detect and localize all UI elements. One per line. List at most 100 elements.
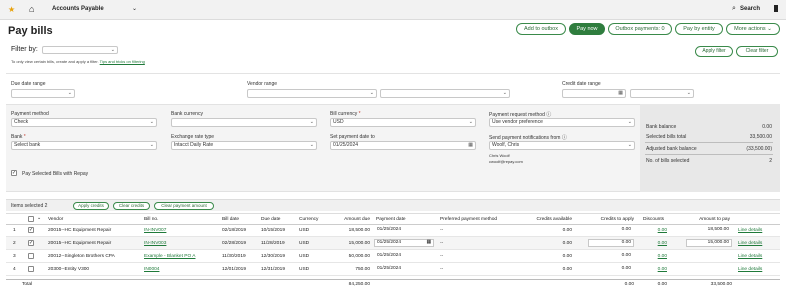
exchange-rate-type-select[interactable]: Intacct Daily Rate ⌄ bbox=[171, 141, 317, 150]
discounts-link[interactable]: 0.00 bbox=[643, 241, 667, 246]
bill-no-link[interactable]: IN0004 bbox=[144, 267, 159, 272]
discounts-link[interactable]: 0.00 bbox=[643, 228, 667, 233]
vendor-range-from[interactable]: ⌄ bbox=[247, 89, 377, 98]
chevron-down-icon: ⌄ bbox=[627, 142, 632, 148]
bank-currency-select[interactable]: ⌄ bbox=[171, 118, 317, 127]
clear-filter-button[interactable]: Clear filter bbox=[736, 46, 778, 57]
column-header-bill-date[interactable]: Bill date bbox=[222, 217, 239, 222]
selected-total-label: Selected bills total bbox=[646, 134, 687, 140]
row-number: 2 bbox=[13, 241, 16, 246]
column-header-due-date[interactable]: Due date bbox=[261, 217, 280, 222]
payment-request-method-select[interactable]: Use vendor preference ⌄ bbox=[489, 118, 635, 127]
row-select-checkbox[interactable] bbox=[28, 266, 34, 272]
set-payment-date-input[interactable]: 01/25/2024 ▦ bbox=[330, 141, 476, 150]
due-date-cell: 10/15/2019 bbox=[261, 228, 286, 233]
amount-to-pay-input[interactable]: 18,500.00 bbox=[686, 226, 732, 234]
line-details-link[interactable]: Line details bbox=[738, 254, 762, 259]
column-header-payment-date[interactable]: Payment date bbox=[376, 217, 406, 222]
discounts-link[interactable]: 0.00 bbox=[643, 267, 667, 272]
credits-to-apply-input[interactable]: 0.00 bbox=[588, 226, 634, 234]
column-header-credits-available[interactable]: Credits available bbox=[522, 217, 572, 222]
items-selected-count: Items selected 2 bbox=[11, 203, 48, 209]
column-header-vendor[interactable]: Vendor bbox=[48, 217, 63, 222]
contact-name: Chris Woolf bbox=[489, 153, 510, 158]
vendor-range-to[interactable]: ⌄ bbox=[380, 89, 510, 98]
column-header-amount-to-pay[interactable]: Amount to pay bbox=[680, 217, 730, 222]
chevron-down-icon: ⌄ bbox=[686, 90, 691, 96]
total-amount-due: 84,250.00 bbox=[348, 282, 370, 287]
payment-date-input[interactable]: 01/25/2024 bbox=[374, 252, 434, 260]
apply-filter-button[interactable]: Apply filter bbox=[695, 46, 733, 57]
credits-to-apply-input[interactable]: 0.00 bbox=[588, 265, 634, 273]
favorite-star-icon[interactable]: ★ bbox=[8, 5, 15, 14]
apply-credits-button[interactable]: Apply credits bbox=[73, 202, 109, 210]
clear-payment-amount-button[interactable]: Clear payment amount bbox=[154, 202, 214, 210]
amount-to-pay-input[interactable]: 15,000.00 bbox=[686, 239, 732, 247]
bill-no-link[interactable]: Example - Blanket PO A bbox=[144, 254, 195, 259]
payment-date-input[interactable]: 01/25/2024 ▦ bbox=[374, 239, 434, 247]
column-header-discounts[interactable]: Discounts bbox=[643, 217, 664, 222]
chevron-down-icon: ⌄ bbox=[110, 47, 115, 53]
payment-date-value: 01/25/2024 bbox=[377, 253, 402, 258]
outbox-payments-button[interactable]: Outbox payments: 0 bbox=[608, 23, 672, 35]
bank-balance-label: Bank balance bbox=[646, 124, 677, 130]
amount-to-pay-input[interactable] bbox=[686, 252, 732, 260]
credits-to-apply-input[interactable]: 0.00 bbox=[588, 252, 634, 260]
bookmark-icon[interactable] bbox=[774, 5, 778, 12]
amount-due-cell: 18,500.00 bbox=[348, 228, 370, 233]
pay-selected-repay-checkbox[interactable]: ✓ bbox=[11, 170, 17, 176]
credits-to-apply-input[interactable]: 0.00 bbox=[588, 239, 634, 247]
calendar-icon[interactable]: ▦ bbox=[426, 240, 431, 246]
column-header-credits-to-apply[interactable]: Credits to apply bbox=[580, 217, 634, 222]
bill-no-link[interactable]: IN-INV007 bbox=[144, 228, 166, 233]
filter-tips-link[interactable]: Tips and tricks on filtering bbox=[100, 59, 145, 64]
pay-by-entity-button[interactable]: Pay by entity bbox=[675, 23, 723, 35]
column-header-preferred-method[interactable]: Preferred payment method bbox=[440, 217, 497, 222]
preferred-method-cell: -- bbox=[440, 228, 444, 233]
row-select-checkbox[interactable]: ✓ bbox=[28, 227, 34, 233]
search-link[interactable]: Search bbox=[740, 6, 760, 12]
send-notifications-select[interactable]: Woolf, Chris ⌄ bbox=[489, 141, 635, 150]
bill-no-link[interactable]: IN-INV003 bbox=[144, 241, 166, 246]
row-select-checkbox[interactable]: ✓ bbox=[28, 240, 34, 246]
bill-currency-select[interactable]: USD ⌄ bbox=[330, 118, 476, 127]
credits-available-cell: 0.00 bbox=[562, 254, 572, 259]
column-header-bill-no[interactable]: Bill no. bbox=[144, 217, 158, 222]
filter-select[interactable]: ⌄ bbox=[42, 46, 118, 54]
column-header-amount-due[interactable]: Amount due bbox=[330, 217, 370, 222]
chevron-down-icon[interactable]: ⌄ bbox=[37, 215, 41, 221]
amount-to-pay-input[interactable] bbox=[686, 265, 732, 273]
search-icon[interactable]: ⌕ bbox=[732, 5, 736, 13]
more-actions-button[interactable]: More actions ⌄ bbox=[726, 23, 780, 35]
calendar-icon[interactable]: ▦ bbox=[468, 142, 473, 149]
top-navigation-bar bbox=[0, 0, 786, 20]
bank-select[interactable]: Select bank ⌄ bbox=[11, 141, 157, 150]
chevron-down-icon: ⌄ bbox=[309, 142, 314, 148]
payment-date-input[interactable]: 01/25/2024 bbox=[374, 226, 434, 234]
credits-available-cell: 0.00 bbox=[562, 228, 572, 233]
payment-date-input[interactable]: 01/25/2024 bbox=[374, 265, 434, 273]
bill-date-cell: 12/01/2019 bbox=[222, 267, 247, 272]
credits-available-cell: 0.00 bbox=[562, 267, 572, 272]
line-details-link[interactable]: Line details bbox=[738, 241, 762, 246]
credit-date-to[interactable]: ⌄ bbox=[630, 89, 694, 98]
due-date-range-select[interactable]: ⌄ bbox=[11, 89, 75, 98]
credit-date-from[interactable]: ▦ bbox=[562, 89, 626, 98]
app-switcher[interactable]: Accounts Payable bbox=[52, 6, 104, 12]
home-icon[interactable]: ⌂ bbox=[29, 4, 34, 14]
select-all-checkbox[interactable] bbox=[28, 216, 34, 222]
pay-now-button[interactable]: Pay now bbox=[569, 23, 605, 35]
column-header-currency[interactable]: Currency bbox=[299, 217, 318, 222]
payment-method-select[interactable]: Check ⌄ bbox=[11, 118, 157, 127]
line-details-link[interactable]: Line details bbox=[738, 267, 762, 272]
row-number: 3 bbox=[13, 254, 16, 259]
more-actions-label: More actions bbox=[734, 26, 766, 32]
discounts-link[interactable]: 0.00 bbox=[643, 254, 667, 259]
chevron-down-icon[interactable]: ⌄ bbox=[132, 5, 137, 12]
bill-currency-value: USD bbox=[333, 119, 344, 125]
line-details-link[interactable]: Line details bbox=[738, 228, 762, 233]
clear-credits-button[interactable]: Clear credits bbox=[113, 202, 150, 210]
preferred-method-cell: -- bbox=[440, 267, 444, 272]
row-select-checkbox[interactable] bbox=[28, 253, 34, 259]
add-to-outbox-button[interactable]: Add to outbox bbox=[516, 23, 566, 35]
